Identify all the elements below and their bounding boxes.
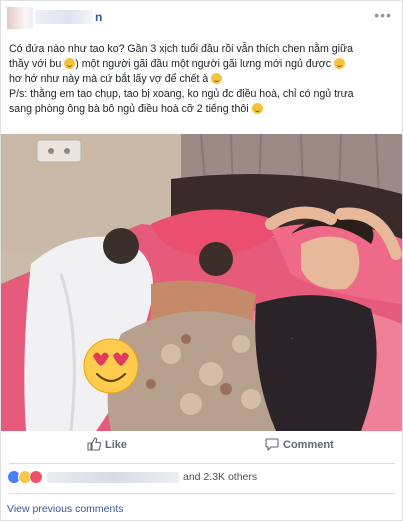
divider	[9, 493, 395, 494]
author-name-blurred[interactable]	[35, 10, 93, 24]
post-actions-bar: Like Comment	[1, 433, 402, 461]
photo-illustration: .	[1, 134, 402, 431]
smile-emoji-icon	[251, 103, 263, 114]
comment-icon	[265, 438, 279, 451]
facebook-post: n ••• Có đứa nào như tao ko? Gần 3 xịch …	[0, 0, 403, 521]
reactions-summary[interactable]: and 2.3K others	[7, 470, 397, 486]
reactor-names-blurred	[47, 472, 179, 483]
post-text-line: sang phòng ông bà bô ngủ điều hoà cỡ 2 t…	[9, 102, 395, 117]
more-options-icon[interactable]: •••	[374, 7, 392, 23]
post-text-line: P/s: thằng em tao chụp, tao bị xoang, ko…	[9, 88, 354, 100]
love-reaction-icon	[29, 470, 43, 484]
post-text: Có đứa nào như tao ko? Gần 3 xịch tuổi đ…	[9, 42, 395, 117]
smile-emoji-icon	[64, 58, 76, 69]
post-photo[interactable]: .	[1, 134, 402, 431]
author-avatar[interactable]	[7, 7, 33, 29]
comment-button[interactable]: Comment	[265, 437, 334, 457]
post-text-line: thầy với bu ) một người gãi đầu một ngườ…	[9, 57, 395, 72]
like-label: Like	[105, 439, 128, 451]
svg-text:.: .	[291, 332, 293, 341]
divider	[9, 463, 395, 464]
post-text-line: Có đứa nào như tao ko? Gần 3 xịch tuổi đ…	[9, 43, 354, 55]
view-previous-comments-link[interactable]: View previous comments	[7, 503, 124, 515]
reaction-count: and 2.3K others	[183, 471, 258, 483]
heart-eyes-emoji-icon	[83, 338, 139, 394]
laughing-emoji-icon	[211, 73, 223, 84]
post-text-line: hơ hớ như này mà cứ bắt lấy vợ để chết à	[9, 72, 395, 87]
thumbs-up-icon	[87, 437, 101, 451]
like-button[interactable]: Like	[87, 437, 127, 457]
smile-emoji-icon	[333, 58, 345, 69]
comment-label: Comment	[283, 439, 334, 451]
author-name[interactable]: n	[95, 10, 102, 24]
post-header: n •••	[1, 1, 402, 35]
